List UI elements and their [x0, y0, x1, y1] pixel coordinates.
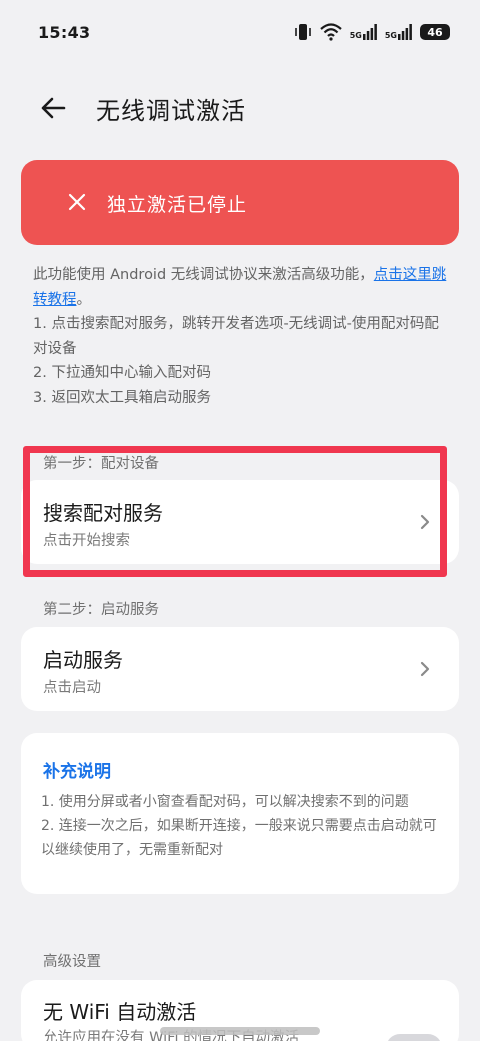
battery-icon: 46	[420, 24, 450, 40]
instruction-step: 3. 返回欢太工具箱启动服务	[33, 389, 211, 406]
item-subtitle: 点击开始搜索	[43, 533, 130, 549]
item-title: 无 WiFi 自动激活	[43, 1000, 197, 1024]
note-line: 2. 连接一次之后，如果断开连接，一般来说只需要点击启动就可以继续使用了，无需重…	[41, 818, 437, 858]
back-arrow-icon[interactable]	[38, 93, 68, 123]
app-header: 无线调试激活	[0, 72, 480, 142]
instructions-intro: 此功能使用 Android 无线调试协议来激活高级功能，点击这里跳转教程。	[33, 263, 448, 312]
chevron-right-icon	[420, 661, 430, 677]
auto-activate-toggle[interactable]	[386, 1034, 442, 1041]
item-title: 启动服务	[43, 648, 123, 672]
clock: 15:43	[38, 22, 91, 42]
start-service-item[interactable]: 启动服务 点击启动	[21, 627, 459, 711]
instruction-step: 1. 点击搜索配对服务，跳转开发者选项-无线调试-使用配对码配对设备	[33, 316, 439, 357]
home-indicator[interactable]	[160, 1027, 320, 1035]
item-subtitle: 点击启动	[43, 680, 101, 696]
activation-status-card[interactable]: 独立激活已停止	[21, 160, 459, 245]
notes-card: 补充说明 1. 使用分屏或者小窗查看配对码，可以解决搜索不到的问题 2. 连接一…	[21, 733, 459, 894]
search-pairing-service-item[interactable]: 搜索配对服务 点击开始搜索	[21, 480, 459, 564]
step1-label: 第一步：配对设备	[43, 456, 159, 472]
status-icons: 5G 5G 46	[294, 23, 450, 41]
intro-period: 。	[76, 291, 92, 308]
page-title: 无线调试激活	[96, 97, 246, 125]
notes-body: 1. 使用分屏或者小窗查看配对码，可以解决搜索不到的问题 2. 连接一次之后，如…	[41, 790, 439, 862]
intro-text: 此功能使用 Android 无线调试协议来激活高级功能，	[33, 267, 374, 283]
notes-title: 补充说明	[43, 762, 111, 782]
network-type-label: 5G	[349, 31, 362, 40]
vibrate-icon	[294, 24, 311, 40]
item-title: 搜索配对服务	[43, 501, 163, 525]
instruction-step: 2. 下拉通知中心输入配对码	[33, 365, 211, 381]
close-icon	[68, 193, 86, 211]
advanced-label: 高级设置	[43, 954, 101, 970]
signal-1: 5G	[350, 24, 377, 40]
step2-label: 第二步：启动服务	[43, 602, 159, 618]
wifi-icon	[319, 23, 342, 41]
instructions: 此功能使用 Android 无线调试协议来激活高级功能，点击这里跳转教程。 1.…	[33, 263, 448, 410]
signal-2: 5G	[385, 24, 412, 40]
network-type-label: 5G	[384, 31, 397, 40]
note-line: 1. 使用分屏或者小窗查看配对码，可以解决搜索不到的问题	[41, 794, 409, 810]
activation-status-text: 独立激活已停止	[107, 194, 248, 216]
signal-icon	[398, 24, 412, 40]
chevron-right-icon	[420, 514, 430, 530]
signal-icon	[362, 24, 377, 40]
status-bar: 15:43 5G 5G 46	[0, 0, 480, 64]
